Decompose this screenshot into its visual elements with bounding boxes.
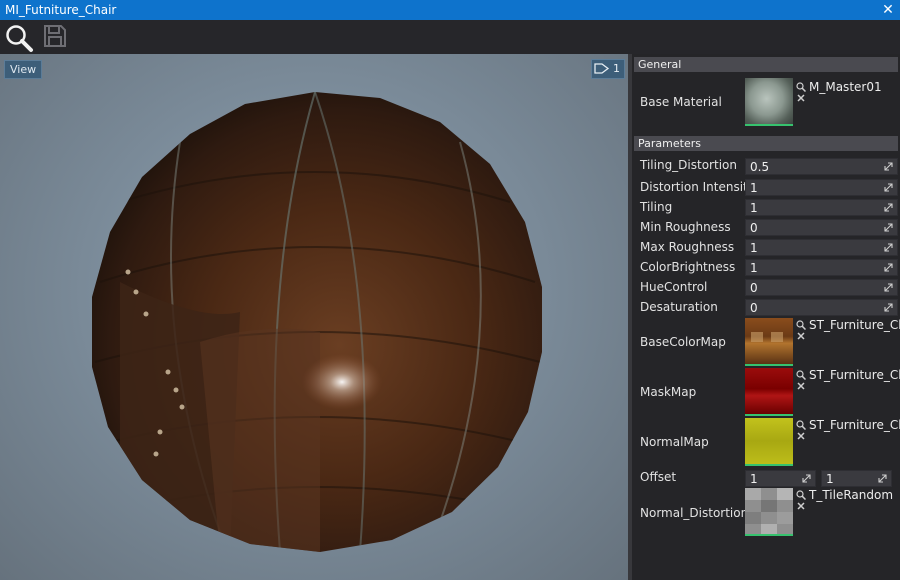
param-field[interactable]: 0 (745, 279, 898, 296)
offset-x-field[interactable]: 1 (745, 470, 816, 487)
base-material-search-icon[interactable] (796, 82, 806, 92)
camera-speed-button[interactable]: 1 (591, 59, 625, 79)
param-value: 1 (750, 261, 758, 275)
param-field[interactable]: 1 (745, 259, 898, 276)
camera-arrow-icon (594, 63, 610, 74)
expand-icon[interactable] (801, 473, 812, 484)
expand-icon[interactable] (877, 473, 888, 484)
properties-panel: General Base Material M_Master01 Paramet… (632, 54, 900, 580)
offset-x-value: 1 (750, 472, 758, 486)
texture-label: MaskMap (640, 385, 697, 399)
texture-label: NormalMap (640, 435, 709, 449)
param-label: Tiling_Distortion (640, 158, 737, 172)
param-label: ColorBrightness (640, 260, 736, 274)
normal-map-thumbnail[interactable] (745, 418, 793, 466)
expand-icon[interactable] (883, 282, 894, 293)
camera-speed-value: 1 (613, 62, 620, 75)
expand-icon[interactable] (883, 161, 894, 172)
preview-viewport[interactable]: View 1 (0, 54, 628, 580)
normal-distortion-label: Normal_Distortion (640, 506, 749, 520)
expand-icon[interactable] (883, 182, 894, 193)
param-field[interactable]: 1 (745, 199, 898, 216)
param-value: 0.5 (750, 160, 770, 174)
param-label: Desaturation (640, 300, 718, 314)
normal-distortion-asset-name: T_TileRandom (809, 488, 894, 502)
param-label: HueControl (640, 280, 708, 294)
maskmap-clear-icon[interactable] (796, 381, 806, 391)
param-label: Min Roughness (640, 220, 731, 234)
normal-distortion-search-icon[interactable] (796, 490, 806, 500)
title-bar: MI_Futniture_Chair ✕ (0, 0, 900, 20)
normalmap-asset-name: ST_Furniture_Cha (809, 418, 900, 432)
parameters-section-header[interactable]: Parameters (634, 136, 898, 151)
save-icon (44, 25, 66, 47)
search-button[interactable] (4, 23, 33, 52)
view-menu-button[interactable]: View (4, 60, 43, 79)
normalmap-clear-icon[interactable] (796, 431, 806, 441)
close-button[interactable]: ✕ (880, 1, 896, 19)
save-button[interactable] (42, 23, 70, 51)
param-value: 1 (750, 241, 758, 255)
param-value: 1 (750, 181, 758, 195)
offset-y-value: 1 (826, 472, 834, 486)
base-material-asset-name: M_Master01 (809, 80, 882, 94)
base-material-clear-icon[interactable] (796, 93, 806, 103)
general-section-header[interactable]: General (634, 57, 898, 72)
normal-distortion-thumbnail[interactable] (745, 488, 793, 536)
param-field[interactable]: 1 (745, 179, 898, 196)
window-title: MI_Futniture_Chair (5, 3, 117, 17)
expand-icon[interactable] (883, 202, 894, 213)
maskmap-asset-name: ST_Furniture_Cha (809, 368, 900, 382)
param-field[interactable]: 0.5 (745, 158, 898, 175)
param-value: 0 (750, 281, 758, 295)
expand-icon[interactable] (883, 302, 894, 313)
base-material-thumbnail[interactable] (745, 78, 793, 126)
expand-icon[interactable] (883, 262, 894, 273)
toolbar (0, 20, 900, 54)
expand-icon[interactable] (883, 242, 894, 253)
normalmap-search-icon[interactable] (796, 420, 806, 430)
offset-label: Offset (640, 470, 677, 484)
basecolor-asset-name: ST_Furniture_Cha (809, 318, 900, 332)
param-value: 0 (750, 301, 758, 315)
basecolor-search-icon[interactable] (796, 320, 806, 330)
basecolor-clear-icon[interactable] (796, 331, 806, 341)
param-field[interactable]: 0 (745, 299, 898, 316)
search-icon (6, 25, 33, 52)
material-preview-sphere (80, 82, 550, 555)
param-label: Max Roughness (640, 240, 735, 254)
normal-distortion-clear-icon[interactable] (796, 501, 806, 511)
param-value: 1 (750, 201, 758, 215)
basecolor-map-thumbnail[interactable] (745, 318, 793, 366)
param-field[interactable]: 0 (745, 219, 898, 236)
param-label: Distortion Intensity (640, 180, 755, 194)
maskmap-search-icon[interactable] (796, 370, 806, 380)
mask-map-thumbnail[interactable] (745, 368, 793, 416)
param-value: 0 (750, 221, 758, 235)
texture-label: BaseColorMap (640, 335, 726, 349)
base-material-label: Base Material (640, 95, 722, 109)
offset-y-field[interactable]: 1 (821, 470, 892, 487)
param-label: Tiling (640, 200, 673, 214)
param-field[interactable]: 1 (745, 239, 898, 256)
expand-icon[interactable] (883, 222, 894, 233)
